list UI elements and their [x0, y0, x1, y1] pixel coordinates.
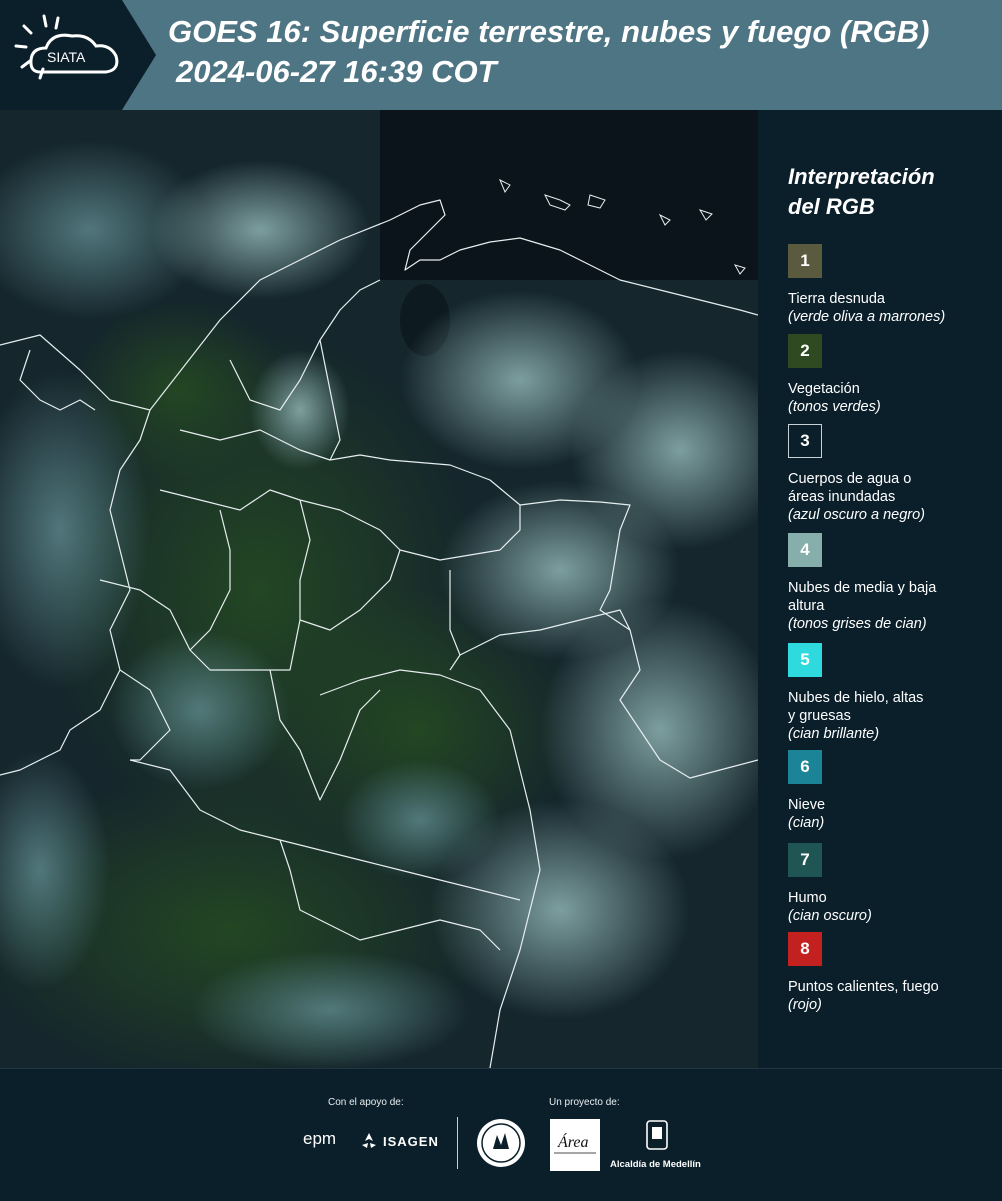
- legend-desc: (cian brillante): [788, 726, 880, 742]
- legend-panel: Interpretación del RGB 1 Tierra desnuda …: [760, 110, 1002, 1068]
- siata-logo-panel: SIATA: [0, 0, 156, 110]
- legend-swatch: 7: [788, 843, 822, 877]
- area-logo-text: Área: [557, 1132, 589, 1151]
- header-bar: SIATA GOES 16: Superficie terrestre, nub…: [0, 0, 1002, 110]
- project-label: Un proyecto de:: [549, 1097, 620, 1108]
- legend-title-line1: Interpretación: [788, 164, 935, 189]
- legend-label: Puntos calientes, fuego: [788, 979, 939, 995]
- epm-logo: epm: [303, 1129, 337, 1148]
- timestamp: 2024-06-27 16:39 COT: [176, 54, 497, 89]
- legend-label: Humo: [788, 890, 827, 906]
- legend-swatch: 8: [788, 932, 822, 966]
- legend-desc: (cian): [788, 815, 825, 831]
- isagen-icon: [362, 1133, 376, 1148]
- footer: Con el apoyo de: Un proyecto de: epm ISA…: [0, 1068, 1002, 1201]
- legend-swatch: 1: [788, 244, 822, 278]
- satellite-map: [0, 110, 758, 1068]
- legend-swatch: 4: [788, 533, 822, 567]
- legend-desc: (cian oscuro): [788, 908, 872, 924]
- legend-desc: (verde oliva a marrones): [788, 309, 946, 325]
- legend-label: Nubes de hielo, altas y gruesas: [788, 690, 924, 724]
- legend-title-line2: del RGB: [788, 194, 875, 219]
- legend-item-1: 1 Tierra desnuda (verde oliva a marrones…: [788, 244, 945, 326]
- legend-label: Cuerpos de agua o áreas inundadas: [788, 471, 912, 505]
- legend-item-5: 5 Nubes de hielo, altas y gruesas (cian …: [788, 643, 988, 743]
- support-label: Con el apoyo de:: [328, 1097, 404, 1108]
- area-metropolitana-logo: Área: [550, 1119, 600, 1171]
- legend-item-2: 2 Vegetación (tonos verdes): [788, 334, 881, 416]
- legend-swatch: 6: [788, 750, 822, 784]
- legend-item-6: 6 Nieve (cian): [788, 750, 825, 832]
- legend-item-4: 4 Nubes de media y baja altura (tonos gr…: [788, 533, 988, 633]
- legend-swatch: 5: [788, 643, 822, 677]
- legend-title: Interpretación del RGB: [788, 162, 935, 222]
- alcaldia-shield-icon: [646, 1120, 668, 1150]
- legend-swatch: 2: [788, 334, 822, 368]
- legend-label: Nubes de media y baja altura: [788, 580, 937, 614]
- legend-desc: (azul oscuro a negro): [788, 507, 926, 523]
- legend-desc: (tonos verdes): [788, 399, 881, 415]
- alcaldia-logo-text: Alcaldía de Medellín: [610, 1159, 701, 1170]
- siata-logo-text: SIATA: [47, 49, 86, 65]
- municipal-seal-icon: [477, 1119, 525, 1167]
- footer-divider: [457, 1117, 458, 1169]
- legend-item-7: 7 Humo (cian oscuro): [788, 843, 872, 925]
- isagen-logo: ISAGEN: [383, 1134, 439, 1149]
- page-title: GOES 16: Superficie terrestre, nubes y f…: [168, 14, 930, 49]
- legend-desc: (rojo): [788, 997, 822, 1013]
- legend-label: Vegetación: [788, 381, 860, 397]
- legend-label: Tierra desnuda: [788, 291, 885, 307]
- legend-item-8: 8 Puntos calientes, fuego (rojo): [788, 932, 998, 1014]
- legend-desc: (tonos grises de cian): [788, 616, 927, 632]
- legend-item-3: 3 Cuerpos de agua o áreas inundadas (azu…: [788, 424, 988, 524]
- legend-label: Nieve: [788, 797, 826, 813]
- legend-swatch: 3: [788, 424, 822, 458]
